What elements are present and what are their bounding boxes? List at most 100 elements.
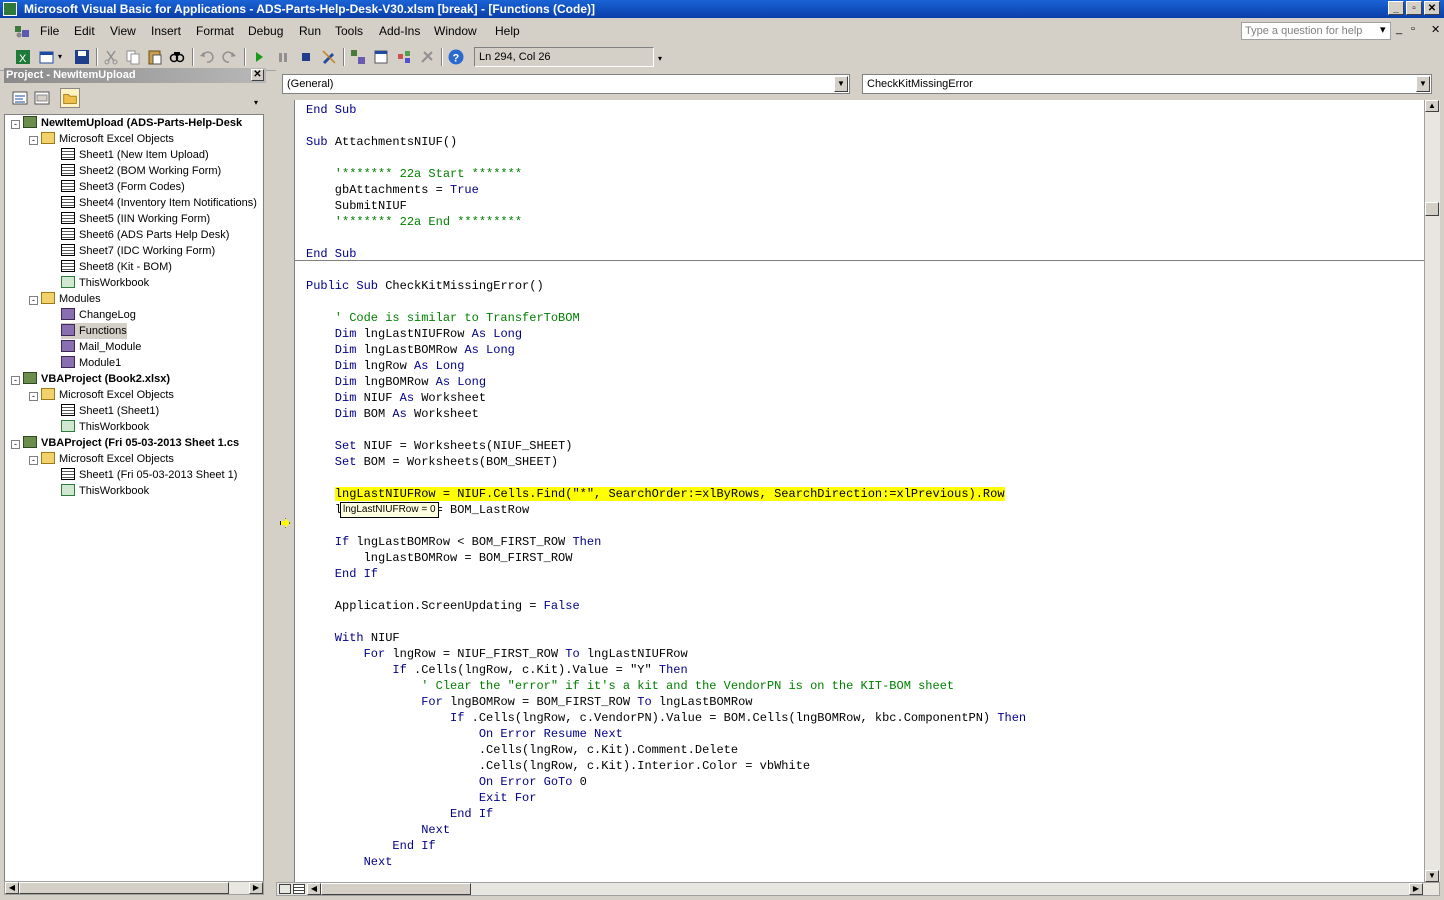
scroll-thumb[interactable] (19, 882, 229, 894)
margin-indicator-bar[interactable] (276, 100, 295, 882)
scroll-up-icon[interactable]: ▲ (1425, 100, 1439, 112)
find-icon[interactable] (168, 48, 186, 66)
tree-item-folder[interactable]: Microsoft Excel Objects (41, 451, 174, 467)
tree-item-sheet[interactable]: Sheet6 (ADS Parts Help Desk) (61, 227, 229, 243)
code-line[interactable]: If .Cells(lngRow, c.VendorPN).Value = BO… (306, 710, 1026, 726)
object-browser-icon[interactable] (395, 48, 413, 66)
scroll-left-icon[interactable]: ◀ (5, 882, 19, 894)
view-object-icon[interactable] (32, 88, 52, 108)
code-line[interactable]: ' Clear the "error" if it's a kit and th… (306, 678, 954, 694)
code-vscrollbar[interactable]: ▲ ▼ (1424, 100, 1440, 882)
tree-item-module[interactable]: Mail_Module (61, 339, 141, 355)
tree-item-module-selected[interactable]: Functions (61, 323, 127, 339)
tree-item-sheet[interactable]: Sheet3 (Form Codes) (61, 179, 185, 195)
code-line[interactable]: '******* 22a Start ******* (306, 166, 522, 182)
undo-icon[interactable] (198, 48, 216, 66)
tree-item-project[interactable]: VBAProject (Book2.xlsx) (23, 371, 170, 387)
copy-icon[interactable] (124, 48, 142, 66)
scroll-down-icon[interactable]: ▼ (1425, 870, 1439, 882)
view-code-icon[interactable] (10, 88, 30, 108)
mdi-restore-button[interactable]: ▫ (1411, 23, 1415, 35)
toolbox-icon[interactable] (418, 48, 436, 66)
close-button[interactable]: ✕ (1424, 1, 1440, 15)
reset-icon[interactable] (297, 48, 315, 66)
menu-tools[interactable]: Tools (335, 24, 363, 38)
design-mode-icon[interactable] (320, 48, 338, 66)
code-line[interactable]: On Error Resume Next (306, 726, 623, 742)
menu-debug[interactable]: Debug (248, 24, 283, 38)
redo-icon[interactable] (220, 48, 238, 66)
full-module-view-icon[interactable] (293, 884, 305, 894)
tree-item-folder[interactable]: Microsoft Excel Objects (41, 131, 174, 147)
menu-add-ins[interactable]: Add-Ins (379, 24, 420, 38)
help-question-box[interactable]: Type a question for help (1241, 22, 1391, 40)
procedure-combo[interactable]: CheckKitMissingError ▼ (862, 74, 1432, 94)
code-line[interactable]: For lngRow = NIUF_FIRST_ROW To lngLastNI… (306, 646, 688, 662)
minimize-button[interactable]: _ (1388, 1, 1404, 15)
code-line[interactable]: '******* 22a End ********* (306, 214, 522, 230)
tree-item-module[interactable]: ChangeLog (61, 307, 136, 323)
tree-expander[interactable]: - (29, 136, 38, 145)
vba-app-icon[interactable] (3, 2, 17, 16)
tree-item-sheet[interactable]: Sheet2 (BOM Working Form) (61, 163, 221, 179)
code-line[interactable]: If lngLastBOMRow < BOM_FIRST_ROW Then (306, 534, 601, 550)
tree-item-project[interactable]: VBAProject (Fri 05-03-2013 Sheet 1.cs (23, 435, 239, 451)
project-toolbar-options-icon[interactable]: ▾ (254, 98, 258, 107)
code-line[interactable]: For lngBOMRow = BOM_FIRST_ROW To lngLast… (306, 694, 752, 710)
scroll-right-icon[interactable]: ▶ (249, 882, 263, 894)
code-line[interactable]: Next (306, 854, 393, 870)
code-line[interactable]: .Cells(lngRow, c.Kit).Comment.Delete (306, 742, 738, 758)
mdi-minimize-button[interactable]: _ (1396, 23, 1402, 35)
tree-expander[interactable]: - (29, 456, 38, 465)
view-excel-icon[interactable]: X (14, 48, 32, 66)
code-line[interactable]: Dim lngBOMRow As Long (306, 374, 486, 390)
paste-icon[interactable] (146, 48, 164, 66)
tree-expander[interactable]: - (29, 392, 38, 401)
code-line[interactable]: Exit For (306, 790, 537, 806)
mdi-close-button[interactable]: ✕ (1431, 23, 1440, 36)
break-icon[interactable] (274, 48, 292, 66)
project-explorer-icon[interactable] (349, 48, 367, 66)
toolbar-options-icon[interactable]: ▾ (658, 54, 662, 63)
tree-expander[interactable]: - (11, 440, 20, 449)
scroll-thumb[interactable] (321, 883, 471, 895)
save-icon[interactable] (73, 48, 91, 66)
code-line[interactable]: Sub AttachmentsNIUF() (306, 134, 457, 150)
menu-run[interactable]: Run (299, 24, 321, 38)
tree-item-sheet[interactable]: Sheet1 (Fri 05-03-2013 Sheet 1) (61, 467, 237, 483)
menu-edit[interactable]: Edit (74, 24, 95, 38)
tree-item-sheet[interactable]: Sheet1 (New Item Upload) (61, 147, 209, 163)
code-line[interactable]: Dim NIUF As Worksheet (306, 390, 486, 406)
chevron-down-icon[interactable]: ▼ (834, 76, 848, 92)
code-hscrollbar[interactable]: ◀ ▶ (276, 882, 1440, 896)
code-line[interactable]: .Cells(lngRow, c.Kit).Interior.Color = v… (306, 758, 810, 774)
menu-file[interactable]: File (40, 24, 59, 38)
tree-item-workbook[interactable]: ThisWorkbook (61, 483, 149, 499)
cut-icon[interactable] (102, 48, 120, 66)
code-line[interactable]: Dim lngLastNIUFRow As Long (306, 326, 522, 342)
object-combo[interactable]: (General) ▼ (282, 74, 850, 94)
toggle-folders-icon[interactable] (60, 88, 80, 108)
code-line[interactable]: On Error GoTo 0 (306, 774, 587, 790)
code-editor[interactable]: Next End If Next End If Exit For On Erro… (295, 100, 1424, 882)
code-line[interactable]: lngLastNIUFRow = NIUF.Cells.Find("*", Se… (306, 486, 1005, 502)
menu-window[interactable]: Window (434, 24, 477, 38)
code-line[interactable]: End If (306, 838, 435, 854)
code-line[interactable]: gbAttachments = True (306, 182, 479, 198)
help-icon[interactable]: ? (447, 48, 465, 66)
tree-expander[interactable]: - (11, 376, 20, 385)
menu-help[interactable]: Help (495, 24, 520, 38)
procedure-view-icon[interactable] (279, 884, 291, 894)
tree-item-sheet[interactable]: Sheet5 (IIN Working Form) (61, 211, 210, 227)
code-line[interactable]: Set BOM = Worksheets(BOM_SHEET) (306, 454, 558, 470)
maximize-button[interactable]: ▫ (1406, 1, 1422, 15)
tree-expander[interactable]: - (29, 296, 38, 305)
scroll-right-icon[interactable]: ▶ (1409, 883, 1423, 895)
project-close-button[interactable]: ✕ (251, 69, 264, 81)
insert-userform-icon[interactable] (38, 48, 56, 66)
project-hscrollbar[interactable]: ◀ ▶ (4, 881, 264, 895)
tree-item-module[interactable]: Module1 (61, 355, 121, 371)
tree-item-folder[interactable]: Modules (41, 291, 101, 307)
tree-expander[interactable]: - (11, 120, 20, 129)
code-line[interactable]: End If (306, 566, 378, 582)
